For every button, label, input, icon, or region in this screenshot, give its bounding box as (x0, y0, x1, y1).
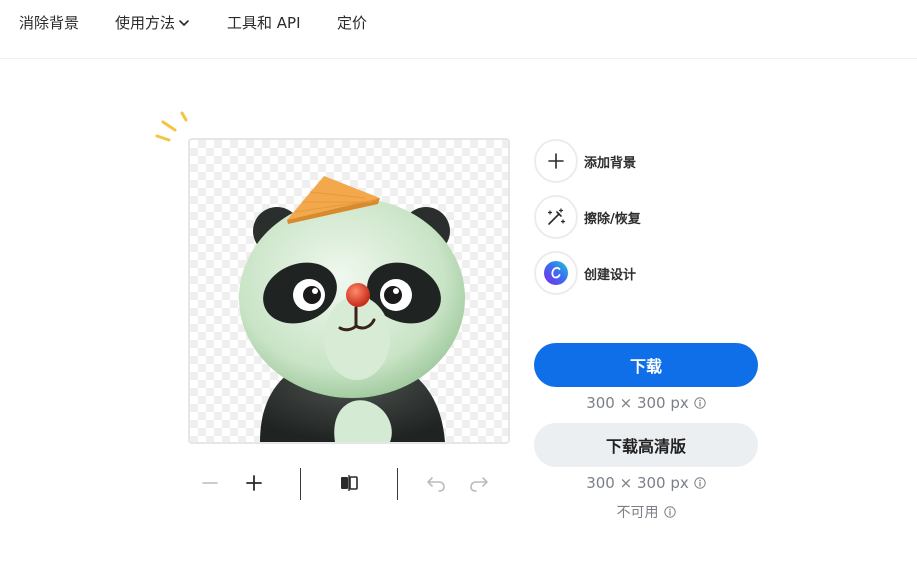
sparkle-icon (155, 111, 188, 142)
top-navigation: 消除背景 使用方法 工具和 API 定价 (0, 0, 917, 46)
download-size-note: 300 × 300 px (534, 394, 758, 412)
create-design-circle (534, 251, 578, 295)
download-hd-size-note: 300 × 300 px (534, 474, 758, 492)
toolbar-divider (300, 468, 301, 500)
panda-image (239, 176, 465, 442)
zoom-in-button[interactable] (239, 466, 269, 500)
zoom-in-icon (246, 475, 262, 491)
toolbar-divider (397, 468, 398, 500)
nav-label: 使用方法 (115, 14, 176, 32)
nav-remove-background[interactable]: 消除背景 (19, 12, 79, 33)
nav-pricing[interactable]: 定价 (337, 12, 367, 33)
info-icon[interactable] (663, 506, 676, 518)
create-design-label: 创建设计 (584, 267, 637, 283)
nav-label: 定价 (337, 14, 368, 32)
create-design-button[interactable]: 创建设计 (534, 251, 636, 295)
redo-button[interactable] (464, 466, 494, 500)
image-preview (188, 138, 510, 444)
download-hd-size-text: 300 × 300 px (586, 474, 689, 492)
undo-icon (427, 477, 445, 492)
info-icon[interactable] (694, 397, 706, 409)
download-hd-status: 不可用 (534, 502, 758, 522)
add-background-label: 添加背景 (584, 155, 637, 171)
erase-restore-circle (534, 195, 578, 239)
nav-label: 消除背景 (19, 14, 80, 32)
download-button[interactable]: 下载 (534, 343, 758, 387)
compare-button[interactable] (334, 466, 364, 500)
plus-icon (548, 153, 564, 169)
download-hd-button[interactable]: 下载高清版 (534, 423, 758, 467)
nav-tools-api[interactable]: 工具和 API (227, 12, 301, 33)
download-size-text: 300 × 300 px (586, 394, 689, 412)
nav-divider (0, 58, 917, 59)
nav-label: 工具和 API (227, 14, 301, 32)
compare-icon (341, 475, 358, 491)
download-hd-label: 下载高清版 (605, 437, 686, 456)
download-hd-status-text: 不可用 (616, 505, 659, 521)
redo-icon (470, 477, 488, 492)
nav-how-to-use[interactable]: 使用方法 (115, 12, 190, 33)
download-label: 下载 (629, 357, 662, 376)
zoom-out-button[interactable] (195, 466, 225, 500)
add-background-button[interactable]: 添加背景 (534, 139, 636, 183)
erase-restore-button[interactable]: 擦除/恢复 (534, 195, 641, 239)
chevron-down-icon (179, 19, 189, 26)
info-icon[interactable] (694, 477, 706, 489)
zoom-out-icon (202, 482, 218, 484)
canva-logo-icon (544, 261, 568, 285)
magic-brush-icon (547, 208, 566, 225)
add-background-circle (534, 139, 578, 183)
erase-restore-label: 擦除/恢复 (584, 211, 641, 227)
undo-button[interactable] (421, 466, 451, 500)
